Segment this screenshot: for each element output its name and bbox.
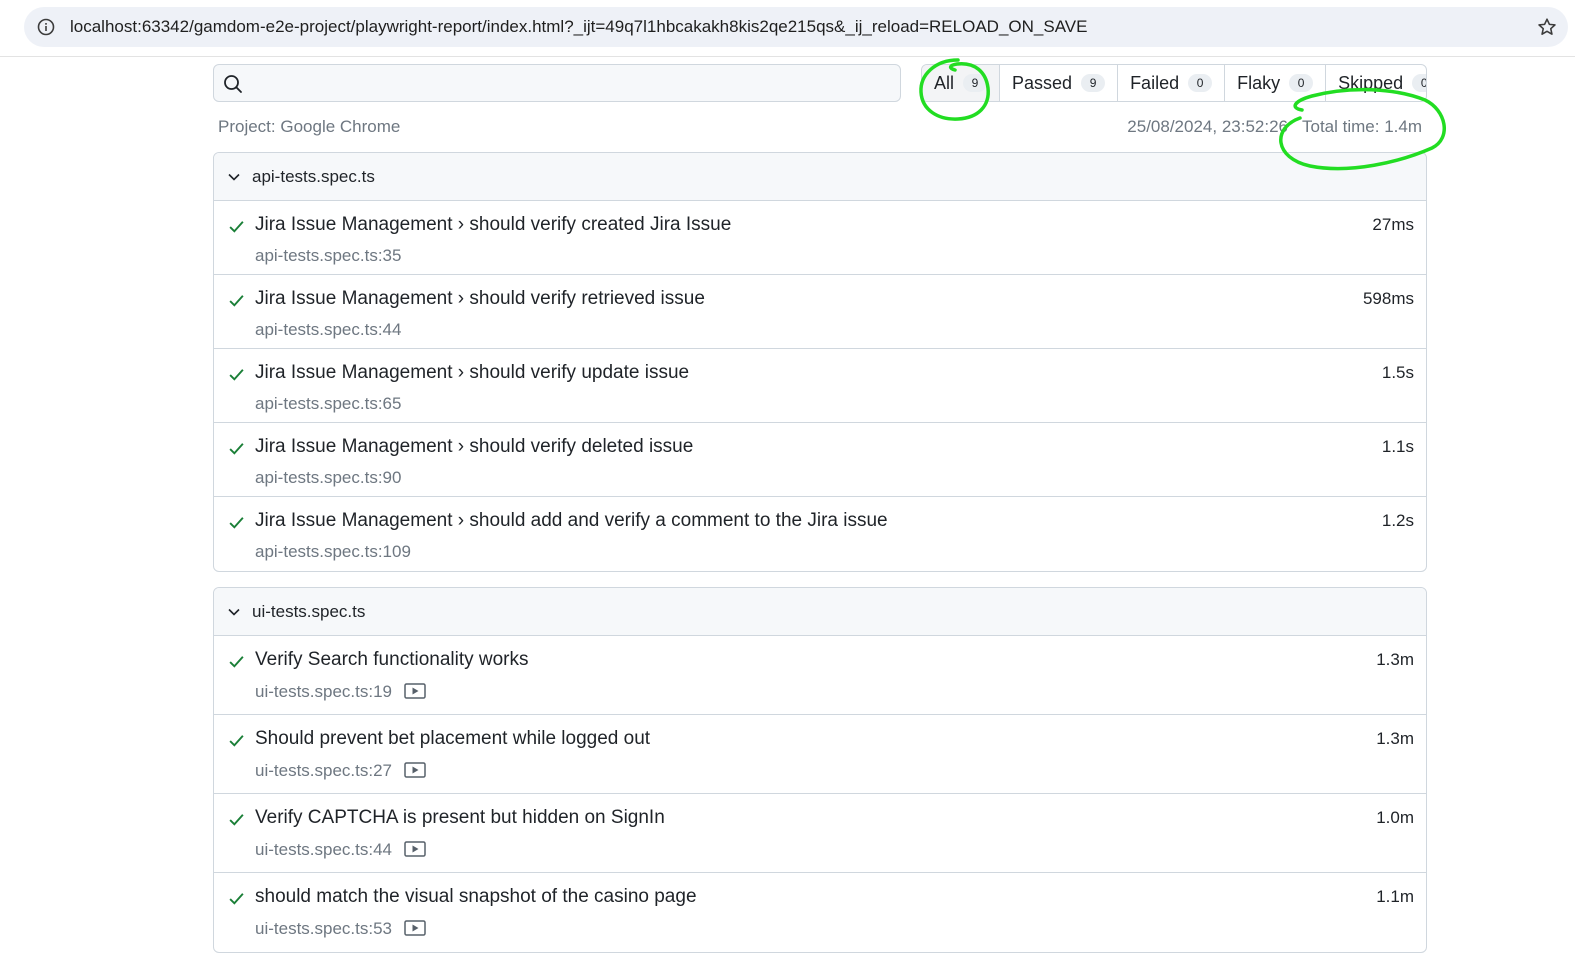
video-icon[interactable]: [404, 682, 426, 699]
video-icon[interactable]: [404, 919, 426, 936]
video-icon[interactable]: [404, 840, 426, 857]
test-name: should add and verify a comment to the J…: [469, 510, 888, 531]
filter-label: Failed: [1130, 72, 1180, 93]
test-name: should verify created Jira Issue: [469, 214, 732, 235]
filter-failed[interactable]: Failed 0: [1118, 65, 1226, 101]
filter-flaky[interactable]: Flaky 0: [1225, 65, 1327, 101]
test-duration: 1.0m: [1376, 808, 1414, 827]
test-title[interactable]: Jira Issue Management › should verify up…: [255, 362, 689, 384]
test-row[interactable]: Jira Issue Management › should verify de…: [214, 423, 1426, 497]
star-icon[interactable]: [1536, 16, 1558, 38]
search-input[interactable]: [250, 66, 894, 102]
test-name: should verify retrieved issue: [469, 288, 705, 309]
search-box[interactable]: [213, 64, 901, 102]
check-icon: [229, 295, 244, 307]
suite-name: Jira Issue Management: [255, 214, 453, 235]
test-location[interactable]: api-tests.spec.ts:44: [255, 320, 401, 340]
test-name: should verify update issue: [469, 362, 690, 383]
run-timestamp: 25/08/2024, 23:52:26: [1127, 117, 1288, 136]
test-row[interactable]: Should prevent bet placement while logge…: [214, 715, 1426, 794]
suite-name: Jira Issue Management: [255, 288, 453, 309]
test-row[interactable]: Jira Issue Management › should add and v…: [214, 497, 1426, 571]
chevron-down-icon[interactable]: [227, 605, 241, 619]
test-title[interactable]: Jira Issue Management › should verify re…: [255, 288, 705, 310]
test-title[interactable]: should match the visual snapshot of the …: [255, 886, 697, 908]
check-icon: [229, 517, 244, 529]
test-row[interactable]: Verify Search functionality works ui-tes…: [214, 636, 1426, 715]
file-name: api-tests.spec.ts: [252, 167, 375, 186]
test-location[interactable]: ui-tests.spec.ts:27: [255, 761, 392, 780]
filter-count: 0: [1188, 74, 1213, 92]
test-row[interactable]: Jira Issue Management › should verify re…: [214, 275, 1426, 349]
project-label: Project: Google Chrome: [218, 117, 401, 136]
file-section-ui: ui-tests.spec.ts Verify Search functiona…: [213, 587, 1427, 953]
test-duration: 1.1m: [1376, 887, 1414, 906]
test-duration: 1.1s: [1381, 437, 1414, 456]
test-duration: 1.3m: [1376, 650, 1414, 669]
filter-label: All: [934, 72, 955, 93]
suite-name: Jira Issue Management: [255, 362, 453, 383]
check-icon: [229, 735, 244, 747]
test-location[interactable]: ui-tests.spec.ts:19: [255, 682, 392, 701]
test-location[interactable]: api-tests.spec.ts:109: [255, 542, 411, 562]
test-duration: 1.5s: [1381, 363, 1414, 382]
status-filter-bar: All 9 Passed 9 Failed 0 Flaky 0 Skipped …: [921, 64, 1427, 102]
address-bar[interactable]: localhost:63342/gamdom-e2e-project/playw…: [24, 7, 1568, 47]
test-location-group: ui-tests.spec.ts:19: [255, 682, 426, 702]
test-row[interactable]: Jira Issue Management › should verify up…: [214, 349, 1426, 423]
test-row[interactable]: Jira Issue Management › should verify cr…: [214, 201, 1426, 275]
total-time: Total time: 1.4m: [1302, 117, 1422, 136]
run-meta: 25/08/2024, 23:52:26 Total time: 1.4m: [1127, 117, 1422, 137]
test-location[interactable]: api-tests.spec.ts:90: [255, 468, 401, 488]
test-location-group: ui-tests.spec.ts:44: [255, 840, 426, 860]
test-location[interactable]: api-tests.spec.ts:65: [255, 394, 401, 414]
check-icon: [229, 814, 244, 826]
test-title[interactable]: Verify Search functionality works: [255, 649, 529, 671]
info-icon[interactable]: [37, 18, 55, 36]
filter-count: 0: [1412, 74, 1426, 92]
test-location-group: ui-tests.spec.ts:27: [255, 761, 426, 781]
test-row[interactable]: Verify CAPTCHA is present but hidden on …: [214, 794, 1426, 873]
test-location-group: ui-tests.spec.ts:53: [255, 919, 426, 939]
check-icon: [229, 656, 244, 668]
filter-label: Passed: [1012, 72, 1073, 93]
test-title[interactable]: Jira Issue Management › should verify de…: [255, 436, 693, 458]
file-header[interactable]: ui-tests.spec.ts: [214, 588, 1426, 636]
test-duration: 1.3m: [1376, 729, 1414, 748]
test-duration: 598ms: [1362, 289, 1414, 308]
test-location[interactable]: ui-tests.spec.ts:53: [255, 919, 392, 938]
check-icon: [229, 443, 244, 455]
file-name: ui-tests.spec.ts: [252, 602, 366, 621]
video-icon[interactable]: [404, 761, 426, 778]
filter-label: Flaky: [1237, 72, 1281, 93]
test-title[interactable]: Jira Issue Management › should add and v…: [255, 510, 888, 532]
url-text[interactable]: localhost:63342/gamdom-e2e-project/playw…: [70, 17, 1087, 37]
filter-skipped[interactable]: Skipped 0: [1326, 65, 1426, 101]
test-title[interactable]: Jira Issue Management › should verify cr…: [255, 214, 731, 236]
browser-toolbar: localhost:63342/gamdom-e2e-project/playw…: [0, 0, 1575, 57]
search-icon: [224, 75, 242, 93]
test-location[interactable]: ui-tests.spec.ts:44: [255, 840, 392, 859]
check-icon: [229, 221, 244, 233]
filter-passed[interactable]: Passed 9: [1000, 65, 1119, 101]
test-name: should verify deleted issue: [469, 436, 694, 457]
filter-count: 0: [1289, 74, 1314, 92]
file-header[interactable]: api-tests.spec.ts: [214, 153, 1426, 201]
filter-all[interactable]: All 9: [922, 65, 1001, 101]
test-title[interactable]: Should prevent bet placement while logge…: [255, 728, 650, 750]
test-title[interactable]: Verify CAPTCHA is present but hidden on …: [255, 807, 665, 829]
filter-label: Skipped: [1338, 72, 1404, 93]
test-duration: 27ms: [1372, 215, 1414, 234]
test-location[interactable]: api-tests.spec.ts:35: [255, 246, 401, 266]
check-icon: [229, 369, 244, 381]
suite-name: Jira Issue Management: [255, 510, 453, 531]
test-duration: 1.2s: [1381, 511, 1414, 530]
suite-name: Jira Issue Management: [255, 436, 453, 457]
test-row[interactable]: should match the visual snapshot of the …: [214, 873, 1426, 952]
filter-count: 9: [1081, 74, 1106, 92]
check-icon: [229, 893, 244, 905]
file-section-api: api-tests.spec.ts Jira Issue Management …: [213, 152, 1427, 572]
chevron-down-icon[interactable]: [227, 170, 241, 184]
filter-count: 9: [963, 74, 988, 92]
